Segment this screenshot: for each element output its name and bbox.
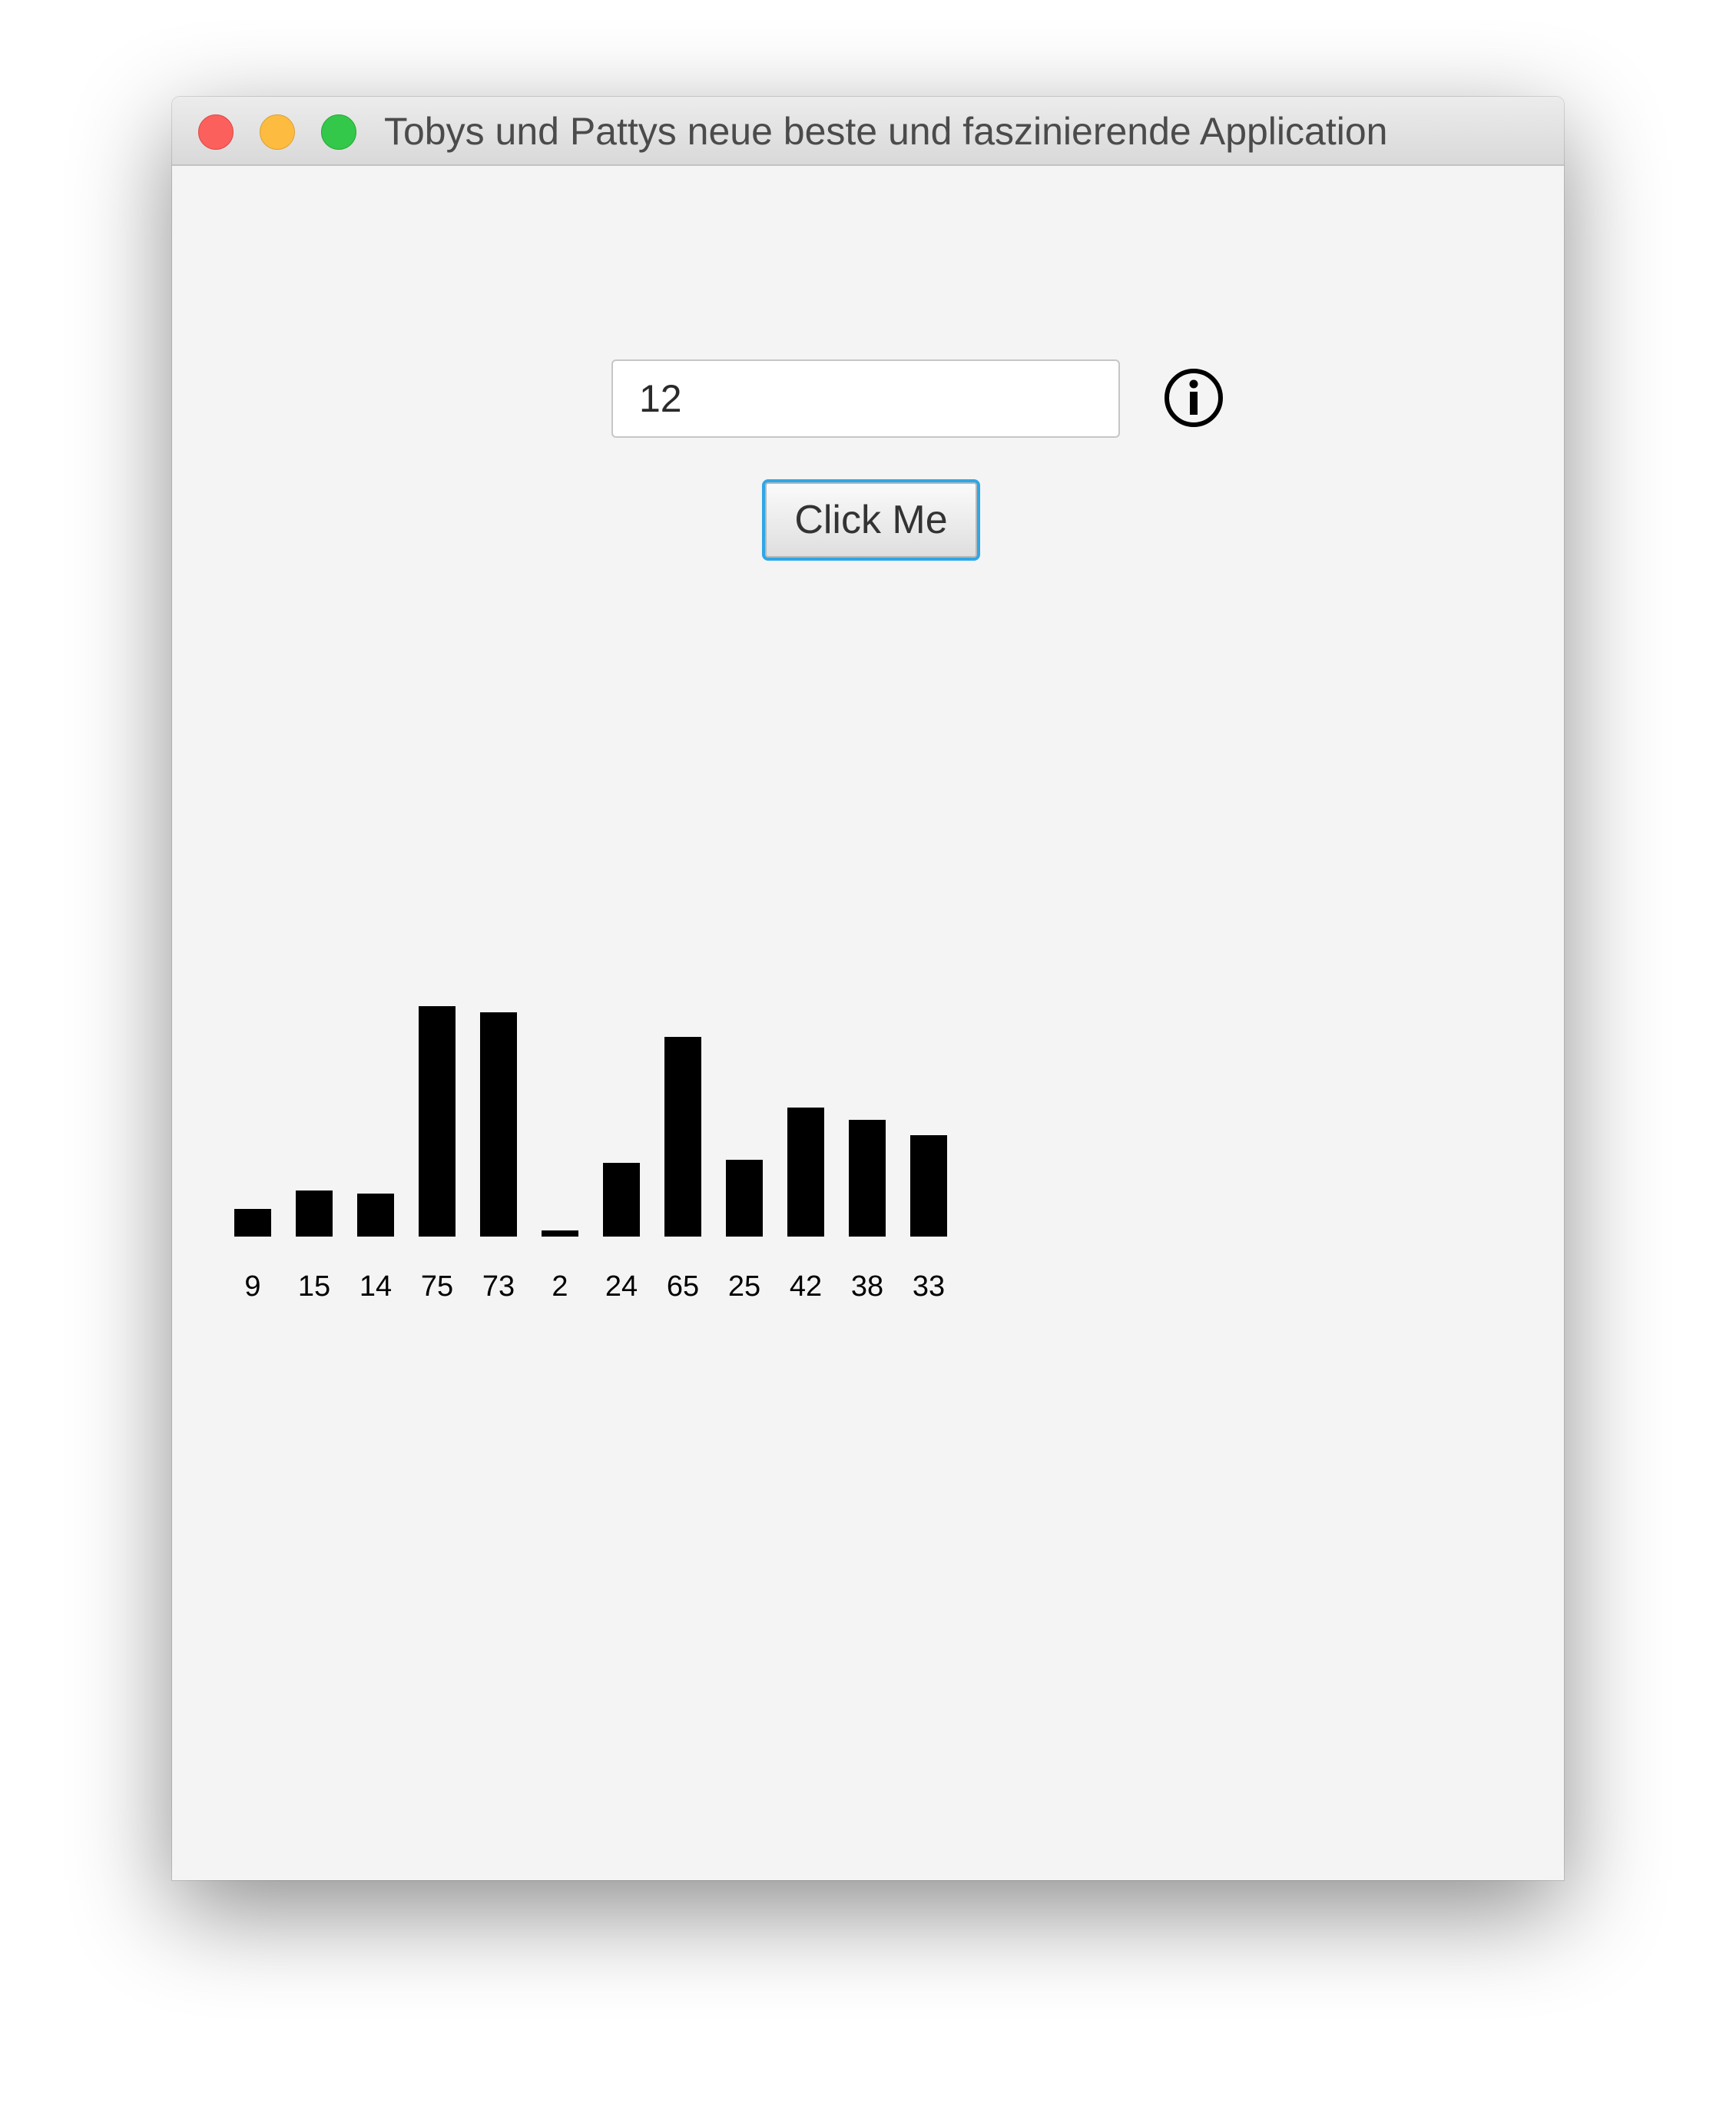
bar-label-4: 75 — [421, 1270, 453, 1303]
bar-label-2: 15 — [298, 1270, 330, 1303]
bar-8 — [664, 1037, 701, 1237]
window-title: Tobys und Pattys neue beste und faszinie… — [384, 110, 1388, 153]
bar-5 — [480, 1012, 517, 1237]
bar-1 — [234, 1209, 271, 1237]
bar-7 — [603, 1163, 640, 1237]
bar-10 — [787, 1108, 824, 1237]
maximize-window-button[interactable] — [321, 114, 356, 150]
minimize-window-button[interactable] — [260, 114, 295, 150]
bar-label-11: 38 — [851, 1270, 883, 1303]
bar-6 — [542, 1230, 578, 1237]
title-bar: Tobys und Pattys neue beste und faszinie… — [172, 97, 1564, 166]
click-me-button[interactable]: Click Me — [762, 479, 980, 561]
app-window: Tobys und Pattys neue beste und faszinie… — [172, 97, 1564, 1880]
bar-3 — [357, 1194, 394, 1237]
bar-label-7: 24 — [605, 1270, 638, 1303]
bar-label-12: 33 — [913, 1270, 945, 1303]
bar-label-3: 14 — [359, 1270, 392, 1303]
close-window-button[interactable] — [198, 114, 234, 150]
bar-4 — [419, 1006, 456, 1237]
bar-11 — [849, 1120, 886, 1237]
bar-2 — [296, 1190, 333, 1237]
bar-label-8: 65 — [667, 1270, 699, 1303]
bar-12 — [910, 1135, 947, 1237]
bar-label-1: 9 — [244, 1270, 260, 1303]
bar-label-5: 73 — [482, 1270, 515, 1303]
number-input[interactable] — [611, 359, 1120, 438]
bar-label-6: 2 — [552, 1270, 568, 1303]
info-icon[interactable] — [1163, 367, 1224, 429]
bar-9 — [726, 1160, 763, 1237]
bar-label-9: 25 — [728, 1270, 760, 1303]
window-content: Click Me 9 15 14 75 73 2 24 65 25 42 38 33 — [172, 166, 1564, 1880]
bar-label-10: 42 — [790, 1270, 822, 1303]
